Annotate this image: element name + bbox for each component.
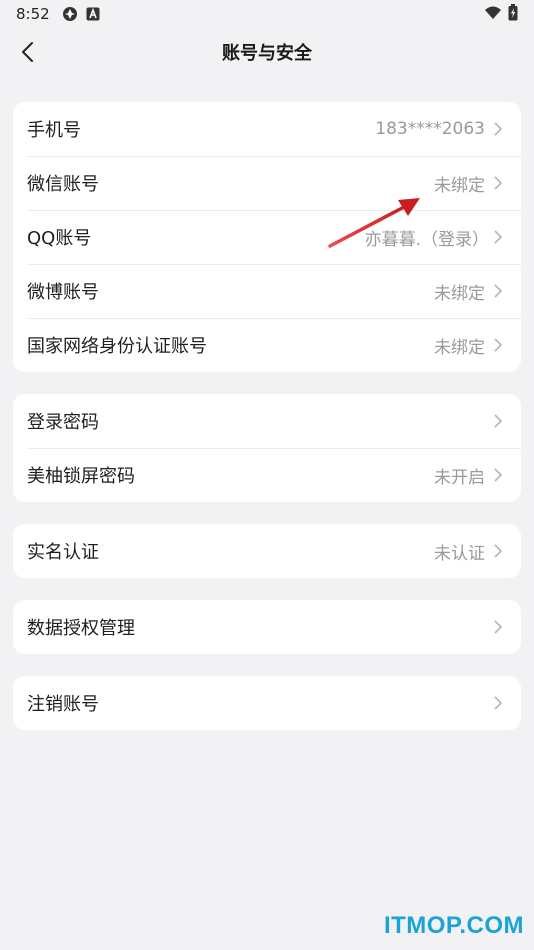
chevron-right-icon (489, 542, 507, 560)
row-login-password[interactable]: 登录密码 (13, 394, 521, 448)
watermark-logo: ITMOP.COM (383, 912, 524, 939)
row-value: 未绑定 (434, 337, 485, 358)
row-label: 美柚锁屏密码 (27, 466, 135, 487)
row-weibo[interactable]: 微博账号 未绑定 (13, 264, 521, 318)
row-label: 国家网络身份认证账号 (27, 336, 207, 357)
battery-charging-icon (508, 3, 518, 25)
row-data-auth[interactable]: 数据授权管理 (13, 600, 521, 654)
row-value: 未认证 (434, 543, 485, 564)
row-label: 手机号 (27, 120, 81, 141)
status-bar: 8:52 (0, 0, 534, 28)
cancel-account-card: 注销账号 (13, 676, 521, 730)
wifi-icon (484, 5, 502, 24)
row-qq[interactable]: QQ账号 亦暮暮.（登录） (13, 210, 521, 264)
row-label: 实名认证 (27, 542, 99, 563)
chevron-right-icon (489, 336, 507, 354)
chevron-right-icon (489, 174, 507, 192)
status-time: 8:52 (16, 5, 50, 23)
row-value: 未绑定 (434, 283, 485, 304)
chevron-right-icon (489, 618, 507, 636)
row-value: 未绑定 (434, 175, 485, 196)
row-label: 登录密码 (27, 412, 99, 433)
row-label: 数据授权管理 (27, 618, 135, 639)
row-label: 注销账号 (27, 694, 99, 715)
chevron-right-icon (489, 120, 507, 138)
row-lockscreen-password[interactable]: 美柚锁屏密码 未开启 (13, 448, 521, 502)
row-label: 微信账号 (27, 174, 99, 195)
row-value: 未开启 (434, 467, 485, 488)
row-label: QQ账号 (27, 228, 92, 249)
chevron-right-icon (489, 228, 507, 246)
row-phone[interactable]: 手机号 183****2063 (13, 102, 521, 156)
nav-bar: 账号与安全 (0, 28, 534, 76)
row-wechat[interactable]: 微信账号 未绑定 (13, 156, 521, 210)
a-notification-icon (86, 7, 100, 21)
back-button[interactable] (8, 32, 48, 72)
data-auth-card: 数据授权管理 (13, 600, 521, 654)
annotation-arrow-icon (328, 198, 420, 248)
row-label: 微博账号 (27, 282, 99, 303)
row-real-name[interactable]: 实名认证 未认证 (13, 524, 521, 578)
row-value: 183****2063 (375, 119, 485, 139)
chevron-right-icon (489, 412, 507, 430)
status-right (484, 3, 518, 25)
account-binding-card: 手机号 183****2063 微信账号 未绑定 QQ账号 亦暮暮.（登录） 微… (13, 102, 521, 372)
chevron-right-icon (489, 282, 507, 300)
row-national-id[interactable]: 国家网络身份认证账号 未绑定 (13, 318, 521, 372)
password-card: 登录密码 美柚锁屏密码 未开启 (13, 394, 521, 502)
real-name-card: 实名认证 未认证 (13, 524, 521, 578)
chevron-right-icon (489, 694, 507, 712)
app-notification-icon (62, 6, 78, 22)
account-security-screen: 8:52 账号与安全 手机号 183****2063 微信账号 未绑定 QQ账号… (0, 0, 534, 950)
chevron-right-icon (489, 466, 507, 484)
row-cancel-account[interactable]: 注销账号 (13, 676, 521, 730)
chevron-left-icon (22, 42, 33, 62)
page-title: 账号与安全 (222, 43, 312, 64)
